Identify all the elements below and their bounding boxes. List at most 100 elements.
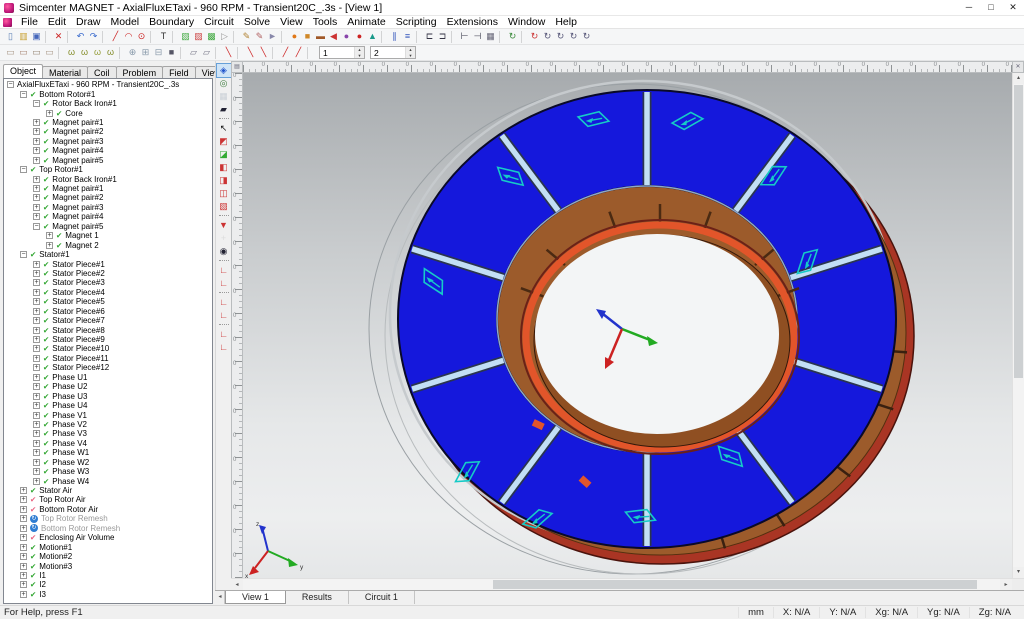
tree-item[interactable]: +✔Top Rotor Air	[5, 495, 212, 504]
tree-item[interactable]: +✔Magnet pair#4	[5, 212, 212, 221]
menu-item-solve[interactable]: Solve	[239, 16, 275, 28]
menu-item-window[interactable]: Window	[503, 16, 550, 28]
surface-mesh-button[interactable]: ▦	[484, 30, 497, 44]
expand-icon[interactable]: +	[33, 355, 40, 362]
select-vertices-button[interactable]: ◫	[217, 187, 231, 200]
tree-item[interactable]: +✔Phase W2	[5, 458, 212, 467]
tree-item[interactable]: +✔Magnet 1	[5, 231, 212, 240]
expand-icon[interactable]: +	[33, 213, 40, 220]
coil-terminal-4-button[interactable]: ω	[104, 46, 117, 60]
ruler-close-button[interactable]: ✕	[1012, 61, 1024, 73]
arc-segment-2-button[interactable]: ▱	[200, 46, 213, 60]
expand-icon[interactable]: +	[33, 393, 40, 400]
open-file-button[interactable]: ▥	[17, 30, 30, 44]
select-arrow-button[interactable]: ↖	[217, 122, 231, 135]
local-cs-move-button[interactable]: ∟	[217, 341, 231, 354]
arc-segment-1-button[interactable]: ▱	[187, 46, 200, 60]
boundary-even-button[interactable]: ∥	[388, 30, 401, 44]
coil-terminal-2-button[interactable]: ω	[78, 46, 91, 60]
expand-icon[interactable]: +	[20, 487, 27, 494]
line-tangent-2-button[interactable]: ╲	[257, 46, 270, 60]
expand-icon[interactable]: +	[46, 110, 53, 117]
redo-button[interactable]: ↷	[87, 30, 100, 44]
spin-down-icon[interactable]: ▾	[355, 53, 364, 59]
expand-icon[interactable]: +	[33, 383, 40, 390]
menu-item-edit[interactable]: Edit	[43, 16, 71, 28]
panel-tab-object[interactable]: Object	[3, 64, 43, 78]
tree-item[interactable]: +✔Motion#2	[5, 552, 212, 561]
expand-icon[interactable]: +	[33, 308, 40, 315]
expand-icon[interactable]: +	[20, 534, 27, 541]
probe-end-button[interactable]: ⊣	[471, 30, 484, 44]
tree-item[interactable]: +✔Phase U2	[5, 382, 212, 391]
tree-item[interactable]: +✔Stator Piece#3	[5, 278, 212, 287]
expand-icon[interactable]: +	[33, 364, 40, 371]
tree-item[interactable]: +✔Core	[5, 108, 212, 117]
select-faces-button[interactable]: ◧	[217, 161, 231, 174]
model-canvas[interactable]: z y x	[243, 73, 1012, 578]
probe-start-button[interactable]: ⊢	[458, 30, 471, 44]
local-cs-xy-button[interactable]: ∟	[217, 264, 231, 277]
collapse-icon[interactable]: −	[20, 251, 27, 258]
expand-icon[interactable]: +	[33, 449, 40, 456]
collapse-icon[interactable]: −	[33, 100, 40, 107]
expand-icon[interactable]: +	[33, 345, 40, 352]
tree-item[interactable]: +↻Top Rotor Remesh	[5, 514, 212, 523]
tree-item[interactable]: +✔Phase V1	[5, 410, 212, 419]
expand-icon[interactable]: +	[20, 496, 27, 503]
expand-icon[interactable]: +	[20, 572, 27, 579]
expand-icon[interactable]: +	[33, 327, 40, 334]
expand-icon[interactable]: +	[33, 298, 40, 305]
expand-icon[interactable]: +	[33, 430, 40, 437]
view-tab-results[interactable]: Results	[286, 591, 349, 604]
line-angle-2-button[interactable]: ╱	[292, 46, 305, 60]
draw-line-button[interactable]: ╱	[109, 30, 122, 44]
panel-tab-material[interactable]: Material	[42, 66, 88, 78]
horizontal-scroll-track[interactable]	[243, 579, 1000, 590]
menu-item-file[interactable]: File	[16, 16, 43, 28]
primitive-sphere-red-button[interactable]: ●	[353, 30, 366, 44]
tab-scroll-left-button[interactable]: ◂	[216, 591, 225, 604]
expand-icon[interactable]: +	[33, 194, 40, 201]
solve-options-button[interactable]: ↻	[580, 30, 593, 44]
tree-item[interactable]: +✔Stator Piece#10	[5, 344, 212, 353]
scroll-down-icon[interactable]: ▾	[1013, 567, 1024, 578]
expand-icon[interactable]: +	[33, 185, 40, 192]
panel-tab-field[interactable]: Field	[162, 66, 196, 78]
panel-tab-coil[interactable]: Coil	[87, 66, 117, 78]
select-edges-button[interactable]: ◨	[217, 174, 231, 187]
substep-value-spinner-value[interactable]: 2	[371, 48, 405, 58]
tree-item[interactable]: +✔Stator Piece#1	[5, 259, 212, 268]
local-cs-rotate-button[interactable]: ∟	[217, 328, 231, 341]
tree-item[interactable]: +✔Stator Piece#9	[5, 335, 212, 344]
text-tool-button[interactable]: T	[157, 30, 170, 44]
expand-icon[interactable]: +	[33, 468, 40, 475]
horizontal-scrollbar[interactable]: ◂ ▸	[231, 578, 1024, 590]
maximize-button[interactable]: □	[980, 0, 1002, 15]
substep-value-spinner[interactable]: 2▴▾	[370, 46, 416, 59]
view-tab-view-1[interactable]: View 1	[225, 591, 286, 604]
tree-item[interactable]: +✔Stator Piece#4	[5, 288, 212, 297]
send-model-button[interactable]: ▷	[218, 30, 231, 44]
local-cs-origin-button[interactable]: ∟	[217, 309, 231, 322]
tree-item[interactable]: −✔Rotor Back Iron#1	[5, 99, 212, 108]
primitive-cone-button[interactable]: ◀	[327, 30, 340, 44]
rotate-model-button[interactable]: ▩	[205, 30, 218, 44]
tree-item[interactable]: +✔Magnet pair#4	[5, 146, 212, 155]
tree-item[interactable]: +✔Magnet pair#2	[5, 193, 212, 202]
tree-item[interactable]: +✔Magnet pair#2	[5, 127, 212, 136]
tree-item[interactable]: +✔Magnet pair#1	[5, 118, 212, 127]
zoom-extents-button[interactable]: ▦	[217, 90, 231, 103]
boolean-union-button[interactable]: ⊕	[126, 46, 139, 60]
coil-terminal-1-button[interactable]: ω	[65, 46, 78, 60]
line-normal-button[interactable]: ╲	[222, 46, 235, 60]
pan-tool-button[interactable]: ▰	[217, 103, 231, 116]
menu-item-extensions[interactable]: Extensions	[442, 16, 503, 28]
tree-item[interactable]: +✔Phase W3	[5, 467, 212, 476]
scroll-up-icon[interactable]: ▴	[1013, 73, 1024, 84]
collapse-icon[interactable]: −	[20, 91, 27, 98]
tree-item[interactable]: +✔Phase U4	[5, 401, 212, 410]
tree-item[interactable]: +✔Rotor Back Iron#1	[5, 174, 212, 183]
menu-item-tools[interactable]: Tools	[308, 16, 343, 28]
menu-item-help[interactable]: Help	[550, 16, 582, 28]
